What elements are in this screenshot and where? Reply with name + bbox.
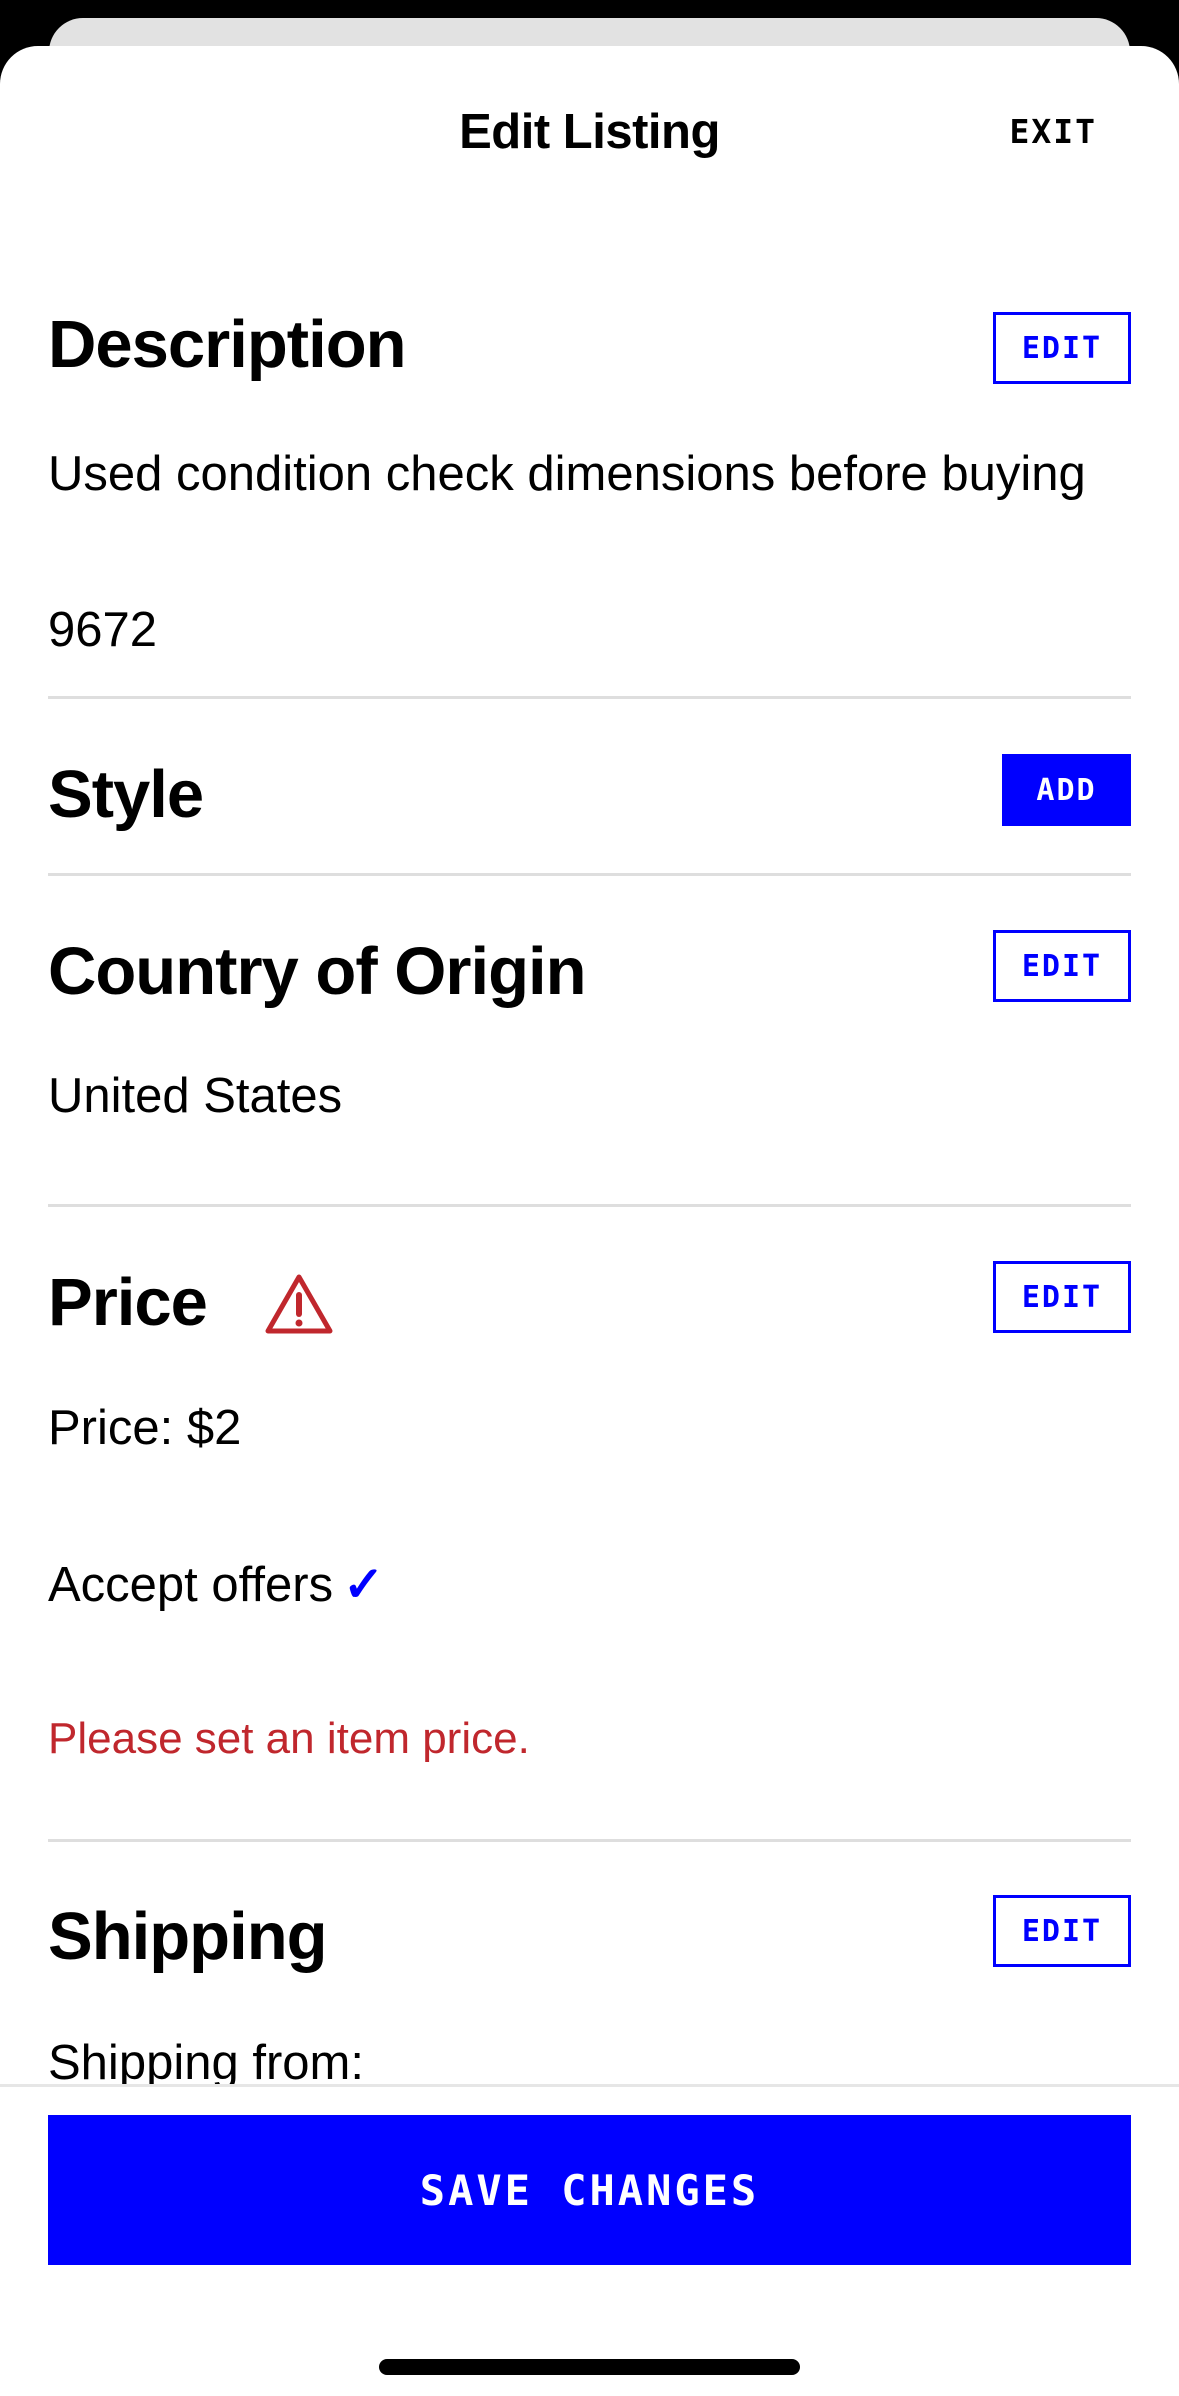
divider (48, 873, 1131, 876)
country-value: United States (48, 1069, 343, 1123)
shipping-edit-button[interactable]: EDIT (993, 1895, 1131, 1967)
description-title: Description (48, 307, 407, 382)
price-error-message: Please set an item price. (48, 1714, 530, 1763)
shipping-title: Shipping (48, 1899, 328, 1974)
shipping-from-label: Shipping from: (48, 2036, 364, 2090)
description-text: Used condition check dimensions before b… (48, 447, 1086, 501)
exit-button[interactable]: EXIT (1010, 112, 1097, 151)
page-title: Edit Listing (459, 105, 720, 159)
edit-listing-sheet: Edit Listing EXIT Description EDIT Used … (0, 46, 1179, 2396)
home-indicator[interactable] (379, 2359, 800, 2375)
divider (48, 696, 1131, 699)
country-section: Country of Origin EDIT United States (48, 926, 1131, 1226)
description-edit-button[interactable]: EDIT (993, 312, 1131, 384)
divider (48, 1204, 1131, 1207)
style-title: Style (48, 757, 204, 832)
shipping-section: Shipping EDIT Shipping from: (48, 1891, 1131, 2091)
check-icon: ✓ (343, 1558, 385, 1612)
price-value: Price: $2 (48, 1401, 242, 1455)
price-edit-button[interactable]: EDIT (993, 1261, 1131, 1333)
description-code: 9672 (48, 603, 158, 657)
warning-triangle-icon (265, 1274, 333, 1334)
accept-offers: Accept offers ✓ (48, 1556, 384, 1613)
style-section: Style ADD (48, 746, 1131, 866)
description-section: Description EDIT Used condition check di… (48, 266, 1131, 726)
style-add-button[interactable]: ADD (1002, 754, 1131, 826)
country-title: Country of Origin (48, 934, 587, 1009)
accept-offers-label: Accept offers (48, 1558, 334, 1612)
divider (48, 1839, 1131, 1842)
price-section: Price EDIT Price: $2 Accept offers ✓ Plea… (48, 1256, 1131, 1856)
price-title: Price (48, 1265, 208, 1340)
country-edit-button[interactable]: EDIT (993, 930, 1131, 1002)
save-changes-button[interactable]: SAVE CHANGES (48, 2115, 1131, 2265)
footer-bar: SAVE CHANGES (0, 2084, 1179, 2396)
